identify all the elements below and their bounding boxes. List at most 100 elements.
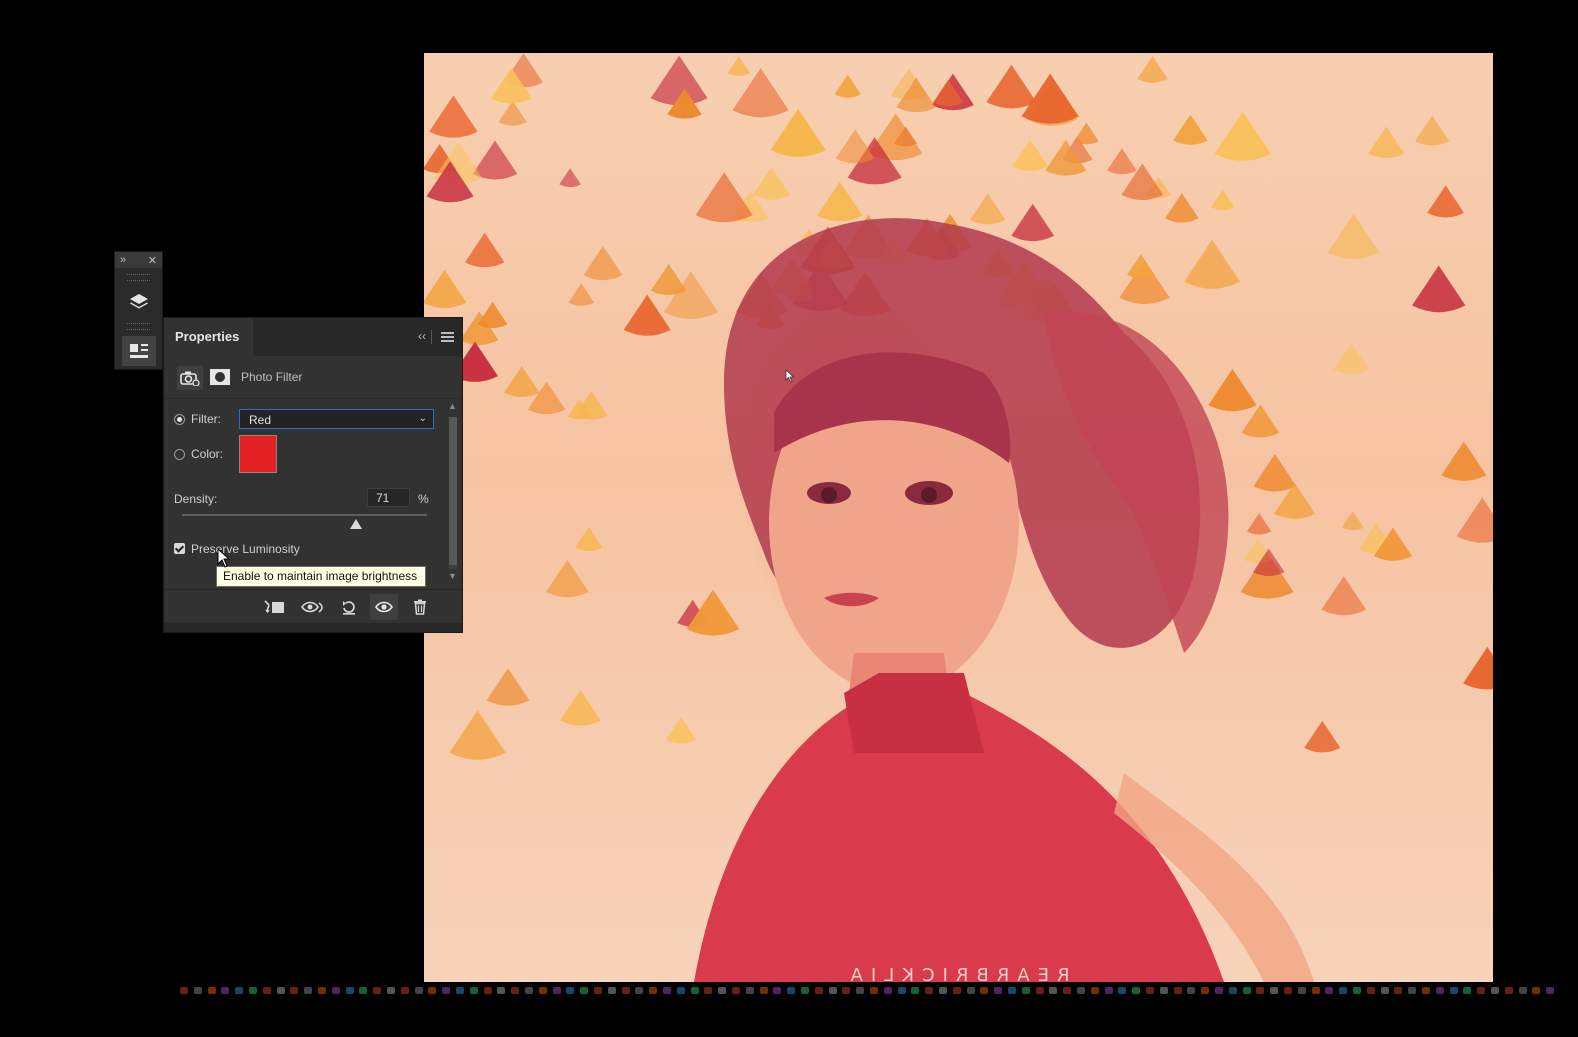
document-canvas[interactable]: REARBRICKLIA xyxy=(424,53,1493,982)
taskbar-app-icon[interactable] xyxy=(856,987,865,994)
taskbar-app-icon[interactable] xyxy=(290,987,299,994)
taskbar-app-icon[interactable] xyxy=(773,987,782,994)
taskbar-app-icon[interactable] xyxy=(1491,987,1499,994)
adjustment-settings-button[interactable] xyxy=(177,366,203,390)
dock-grip-2[interactable] xyxy=(127,323,150,330)
delete-layer-button[interactable] xyxy=(406,594,434,620)
taskbar-app-icon[interactable] xyxy=(1256,987,1265,994)
taskbar-app-icon[interactable] xyxy=(870,987,878,994)
taskbar-app-icon[interactable] xyxy=(1118,987,1127,994)
taskbar-app-icon[interactable] xyxy=(566,987,575,994)
taskbar-app-icon[interactable] xyxy=(966,987,975,994)
taskbar-app-icon[interactable] xyxy=(594,987,602,994)
panel-scrollbar[interactable]: ▲ ▼ xyxy=(446,399,460,589)
taskbar-app-icon[interactable] xyxy=(193,987,202,994)
collapse-panel-icon[interactable]: ‹‹ xyxy=(418,329,426,343)
taskbar-app-icon[interactable] xyxy=(1215,987,1223,994)
taskbar-app-icon[interactable] xyxy=(1504,987,1513,994)
scroll-up-icon[interactable]: ▲ xyxy=(448,401,457,411)
reset-adjustments-button[interactable] xyxy=(335,594,363,620)
toggle-visibility-button[interactable] xyxy=(370,594,398,620)
taskbar-app-icon[interactable] xyxy=(952,987,961,994)
panel-resize-grip[interactable] xyxy=(164,623,462,632)
layers-panel-button[interactable] xyxy=(122,287,156,317)
taskbar-app-icon[interactable] xyxy=(1270,987,1279,994)
taskbar-app-icon[interactable] xyxy=(1284,987,1292,994)
taskbar-app-icon[interactable] xyxy=(883,987,892,994)
taskbar-app-icon[interactable] xyxy=(1546,987,1555,994)
taskbar-app-icon[interactable] xyxy=(1063,987,1072,994)
taskbar-app-icon[interactable] xyxy=(538,987,547,994)
taskbar-app-icon[interactable] xyxy=(483,987,492,994)
taskbar-app-icon[interactable] xyxy=(663,987,671,994)
taskbar-app-icon[interactable] xyxy=(1311,987,1320,994)
taskbar-app-icon[interactable] xyxy=(690,987,699,994)
taskbar-app-icon[interactable] xyxy=(469,987,478,994)
taskbar-app-icon[interactable] xyxy=(607,987,616,994)
taskbar-app-icon[interactable] xyxy=(1173,987,1182,994)
taskbar-app-icon[interactable] xyxy=(1077,987,1085,994)
panel-menu-icon[interactable] xyxy=(441,332,454,344)
close-icon[interactable]: ✕ xyxy=(148,254,157,267)
density-input[interactable]: 71 xyxy=(367,488,410,507)
taskbar-app-icon[interactable] xyxy=(1159,987,1168,994)
taskbar-app-icon[interactable] xyxy=(925,987,934,994)
clip-to-layer-button[interactable] xyxy=(260,594,288,620)
taskbar-app-icon[interactable] xyxy=(580,987,589,994)
taskbar-app-icon[interactable] xyxy=(359,987,368,994)
taskbar-app-icon[interactable] xyxy=(1477,987,1486,994)
taskbar-app-icon[interactable] xyxy=(1090,987,1099,994)
taskbar-app-icon[interactable] xyxy=(1339,987,1348,994)
taskbar-app-icon[interactable] xyxy=(1104,987,1113,994)
taskbar-app-icon[interactable] xyxy=(1463,987,1472,994)
taskbar-app-icon[interactable] xyxy=(939,987,947,994)
taskbar-app-icon[interactable] xyxy=(414,987,423,994)
taskbar-app-icon[interactable] xyxy=(180,987,188,994)
color-swatch[interactable] xyxy=(239,435,277,473)
taskbar-app-icon[interactable] xyxy=(1353,987,1361,994)
layer-mask-button[interactable] xyxy=(209,368,231,391)
filter-dropdown[interactable]: Red ⌄ xyxy=(239,409,434,429)
taskbar-app-icon[interactable] xyxy=(207,987,216,994)
taskbar-app-icon[interactable] xyxy=(511,987,520,994)
density-slider-track[interactable] xyxy=(182,514,427,516)
taskbar-app-icon[interactable] xyxy=(980,987,989,994)
taskbar-app-icon[interactable] xyxy=(897,987,906,994)
taskbar-app-icon[interactable] xyxy=(1297,987,1306,994)
color-radio[interactable] xyxy=(174,449,185,460)
scroll-down-icon[interactable]: ▼ xyxy=(448,571,457,581)
taskbar-app-icon[interactable] xyxy=(801,987,809,994)
taskbar-app-icon[interactable] xyxy=(718,987,727,994)
taskbar-app-icon[interactable] xyxy=(345,987,354,994)
scroll-thumb[interactable] xyxy=(449,417,457,565)
taskbar-app-icon[interactable] xyxy=(497,987,506,994)
taskbar-app-icon[interactable] xyxy=(1532,987,1541,994)
taskbar-app-icon[interactable] xyxy=(911,987,920,994)
taskbar-app-icon[interactable] xyxy=(1518,987,1527,994)
taskbar-app-icon[interactable] xyxy=(456,987,464,994)
taskbar-app-icon[interactable] xyxy=(649,987,658,994)
taskbar-app-icon[interactable] xyxy=(1201,987,1210,994)
taskbar-app-icon[interactable] xyxy=(276,987,285,994)
taskbar-app-icon[interactable] xyxy=(635,987,644,994)
taskbar-app-icon[interactable] xyxy=(221,987,230,994)
expand-panels-icon[interactable]: » xyxy=(120,254,126,266)
taskbar-app-icon[interactable] xyxy=(1228,987,1237,994)
taskbar-app-icon[interactable] xyxy=(1366,987,1375,994)
preserve-luminosity-label[interactable]: Preserve Luminosity xyxy=(191,542,300,556)
properties-panel-button[interactable] xyxy=(121,336,156,366)
taskbar-app-icon[interactable] xyxy=(1187,987,1196,994)
taskbar-app-icon[interactable] xyxy=(318,987,326,994)
taskbar-app-icon[interactable] xyxy=(1049,987,1058,994)
taskbar-app-icon[interactable] xyxy=(387,987,395,994)
taskbar-app-icon[interactable] xyxy=(525,987,533,994)
density-slider-thumb[interactable] xyxy=(349,519,362,529)
taskbar-app-icon[interactable] xyxy=(732,987,740,994)
taskbar-app-icon[interactable] xyxy=(552,987,561,994)
tab-properties[interactable]: Properties xyxy=(164,318,254,356)
taskbar-app-icon[interactable] xyxy=(1242,987,1251,994)
taskbar-app-icon[interactable] xyxy=(1408,987,1417,994)
taskbar-app-icon[interactable] xyxy=(235,987,244,994)
taskbar-app-icon[interactable] xyxy=(1435,987,1444,994)
taskbar-app-icon[interactable] xyxy=(842,987,851,994)
